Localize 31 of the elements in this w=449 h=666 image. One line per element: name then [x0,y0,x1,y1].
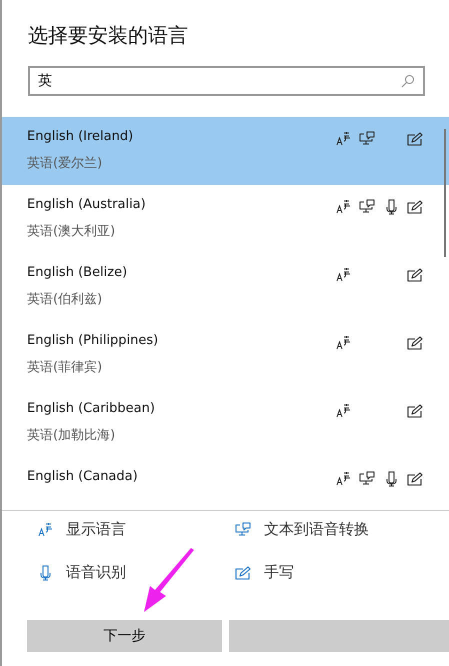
language-name: English (Ireland) [27,129,134,144]
feature-label: 语音识别 [66,563,126,582]
language-native-name: 英语(菲律宾) [27,359,104,376]
language-name: English (Canada) [27,469,139,484]
feature-label: 文本到语音转换 [264,520,369,539]
scrollbar[interactable] [444,129,446,257]
feature-label: 手写 [264,563,294,582]
language-name: English (Australia) [27,197,147,212]
pen-icon [235,566,251,580]
blank-button[interactable] [229,620,449,652]
language-icon [38,522,52,537]
language-name: English (Caribbean) [27,401,156,416]
language-name: English (Belize) [27,265,128,280]
search-field[interactable]: 英 [28,66,425,96]
monitor-speech-icon [234,522,252,537]
language-item[interactable]: English (Caribbean) 英语(加勒比海) [2,389,449,457]
feature-label: 显示语言 [66,520,126,539]
next-button[interactable]: 下一步 [27,620,222,652]
microphone-icon [40,564,50,580]
language-native-name: 英语(伯利兹) [27,291,104,308]
language-native-name: 英语(爱尔兰) [27,155,104,172]
language-native-name: 英语(澳大利亚) [27,223,116,240]
language-native-name: 英语(加勒比海) [27,427,116,444]
language-item[interactable]: English (Ireland) 英语(爱尔兰) [2,117,449,185]
language-item[interactable]: English (Belize) 英语(伯利兹) [2,253,449,321]
dialog-title: 选择要安装的语言 [28,22,189,49]
language-item[interactable]: English (Canada) [2,457,449,510]
language-item[interactable]: English (Australia) 英语(澳大利亚) [2,185,449,253]
language-item[interactable]: English (Philippines) 英语(菲律宾) [2,321,449,389]
language-name: English (Philippines) [27,333,160,348]
search-icon [401,74,415,88]
